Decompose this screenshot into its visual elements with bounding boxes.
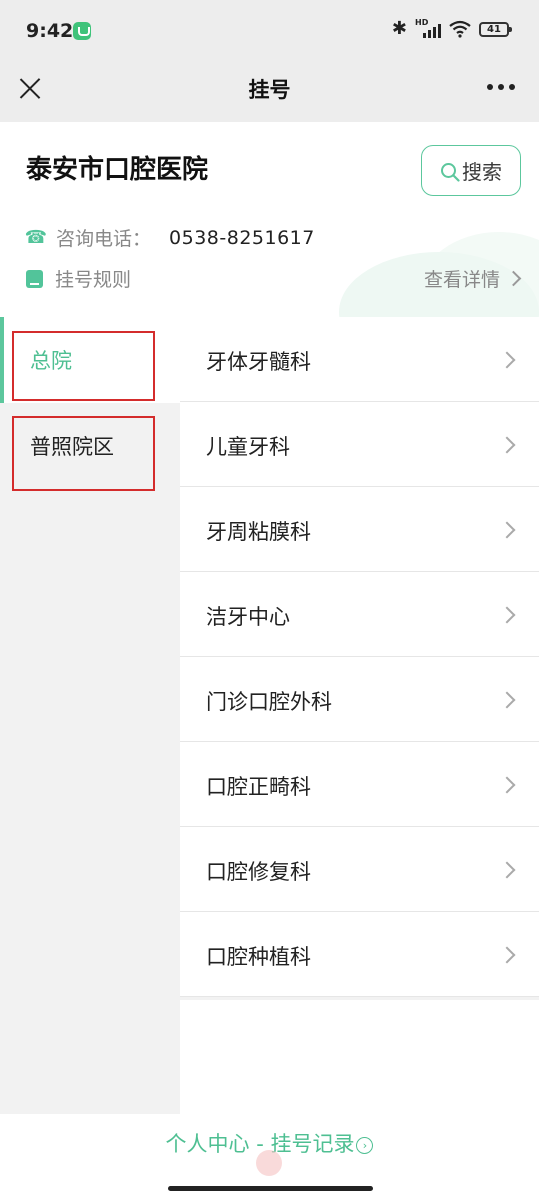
- phone-label: 咨询电话：: [56, 228, 152, 250]
- nav-bar: 挂号: [0, 60, 539, 122]
- department-item[interactable]: 牙体牙髓科: [180, 317, 539, 402]
- watermark-logo: [256, 1150, 282, 1176]
- battery-icon: 41: [479, 21, 512, 37]
- highlight-box-main: [12, 331, 155, 401]
- highlight-box-puzhao: [12, 416, 155, 491]
- list-empty-space: [180, 1000, 539, 1114]
- chevron-circle-icon: ›: [356, 1137, 374, 1154]
- rules-label: 挂号规则: [55, 269, 132, 291]
- phone-icon: ☎: [24, 227, 48, 248]
- department-label: 口腔修复科: [206, 860, 311, 884]
- department-item[interactable]: 洁牙中心: [180, 572, 539, 657]
- view-details-label: 查看详情: [423, 269, 500, 291]
- page-title: 挂号: [248, 78, 291, 102]
- view-details-link[interactable]: 查看详情: [423, 265, 522, 292]
- chevron-right-icon: [498, 776, 516, 794]
- wifi-icon: [449, 20, 471, 38]
- app-badge-icon: [73, 22, 91, 40]
- department-item[interactable]: 牙周粘膜科: [180, 487, 539, 572]
- bluetooth-icon: ✱: [391, 18, 407, 39]
- phone-number[interactable]: 0538-8251617: [169, 227, 315, 249]
- status-bar: 9:42 ✱ HD 41: [0, 0, 539, 60]
- status-icons: ✱ HD 41: [391, 18, 512, 39]
- more-icon[interactable]: [487, 84, 515, 90]
- department-label: 儿童牙科: [206, 435, 290, 459]
- chevron-right-icon: [498, 351, 516, 369]
- chevron-right-icon: [498, 861, 516, 879]
- home-indicator[interactable]: [168, 1186, 373, 1191]
- department-label: 牙周粘膜科: [206, 520, 311, 544]
- department-list: 牙体牙髓科 儿童牙科 牙周粘膜科 洁牙中心 门诊口腔外科 口腔正畸科 口腔修复科…: [180, 317, 539, 997]
- chevron-right-icon: [498, 606, 516, 624]
- rules-icon: [26, 269, 43, 288]
- phone-row[interactable]: ☎ 咨询电话： 0538-8251617: [24, 224, 315, 251]
- search-button[interactable]: 搜索: [421, 145, 521, 196]
- department-item[interactable]: 儿童牙科: [180, 402, 539, 487]
- search-button-label: 搜索: [462, 160, 502, 184]
- department-item[interactable]: 口腔种植科: [180, 912, 539, 997]
- department-item[interactable]: 口腔修复科: [180, 827, 539, 912]
- department-label: 口腔种植科: [206, 945, 311, 969]
- department-label: 洁牙中心: [206, 605, 290, 629]
- department-item[interactable]: 门诊口腔外科: [180, 657, 539, 742]
- signal-icon: HD: [415, 18, 441, 38]
- hospital-name: 泰安市口腔医院: [26, 155, 209, 185]
- department-label: 门诊口腔外科: [206, 690, 332, 714]
- department-label: 口腔正畸科: [206, 775, 311, 799]
- chevron-right-icon: [498, 521, 516, 539]
- chevron-right-icon: [498, 946, 516, 964]
- chevron-right-icon: [498, 436, 516, 454]
- department-label: 牙体牙髓科: [206, 350, 311, 374]
- chevron-right-icon: [505, 270, 522, 287]
- hospital-header: 泰安市口腔医院 搜索 ☎ 咨询电话： 0538-8251617 挂号规则 查看详…: [0, 122, 539, 317]
- department-item[interactable]: 口腔正畸科: [180, 742, 539, 827]
- chevron-right-icon: [498, 691, 516, 709]
- rules-row: 挂号规则: [26, 265, 131, 292]
- search-icon: [440, 162, 460, 182]
- status-time: 9:42: [26, 20, 74, 42]
